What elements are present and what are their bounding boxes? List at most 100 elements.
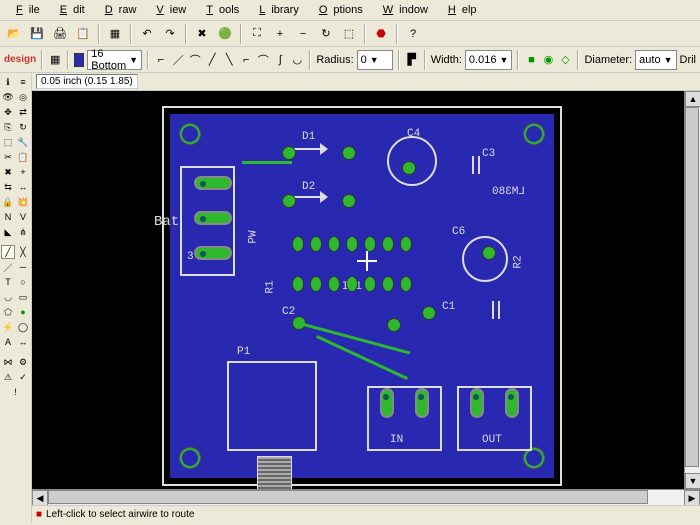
menu-tools[interactable]: Tools: [194, 2, 245, 18]
script-icon[interactable]: 📋: [73, 24, 93, 44]
signal-tool-icon[interactable]: ⚡: [1, 320, 15, 334]
print-icon[interactable]: 🖨: [50, 24, 70, 44]
change-tool-icon[interactable]: 🔧: [16, 135, 30, 149]
poly-tool-icon[interactable]: ⬠: [1, 305, 15, 319]
menu-window[interactable]: Window: [371, 2, 434, 18]
miter-tool-icon[interactable]: ◣: [1, 225, 15, 239]
zoom-in-icon[interactable]: +: [270, 24, 290, 44]
lock-tool-icon[interactable]: 🔒: [1, 195, 15, 209]
help-icon[interactable]: ?: [403, 24, 423, 44]
radius-select[interactable]: 0 ▼: [357, 50, 393, 70]
mirror-tool-icon[interactable]: ⇄: [16, 105, 30, 119]
replace-tool-icon[interactable]: ↔: [16, 180, 30, 194]
bend-2-icon[interactable]: ⌒: [188, 50, 202, 70]
bend-0-icon[interactable]: ⌐: [154, 50, 168, 70]
via-round-icon[interactable]: ■: [524, 50, 538, 70]
bend-8-icon[interactable]: ◡: [290, 50, 304, 70]
show-tool-icon[interactable]: ◎: [16, 90, 30, 104]
menu-draw[interactable]: Draw: [93, 2, 143, 18]
paste-tool-icon[interactable]: 📋: [16, 150, 30, 164]
layers-tool-icon[interactable]: ≡: [16, 75, 30, 89]
width-select[interactable]: 0.016 ▼: [465, 50, 512, 70]
value-tool-icon[interactable]: V: [16, 210, 30, 224]
bend-7-icon[interactable]: ∫: [273, 50, 287, 70]
scroll-thumb[interactable]: [685, 107, 699, 467]
zoom-fit-icon[interactable]: ⛶: [247, 24, 267, 44]
board-icon[interactable]: ▦: [105, 24, 125, 44]
terminal-out: [457, 386, 532, 451]
copy-tool-icon[interactable]: ⎘: [1, 120, 15, 134]
bend-6-icon[interactable]: ⌒: [256, 50, 270, 70]
via-pad: [482, 246, 496, 260]
scrollbar-vertical[interactable]: ▲ ▼: [684, 91, 700, 489]
undo-icon[interactable]: ↶: [137, 24, 157, 44]
route-tool-icon[interactable]: ╱: [1, 245, 15, 259]
miter-icon[interactable]: ▛: [405, 50, 419, 70]
rect-tool-icon[interactable]: ▭: [16, 290, 30, 304]
via-tool-icon[interactable]: ●: [16, 305, 30, 319]
layer-swatch[interactable]: [74, 53, 84, 67]
via-oct-icon[interactable]: ◇: [558, 50, 572, 70]
menu-help[interactable]: Help: [436, 2, 483, 18]
add-tool-icon[interactable]: +: [16, 165, 30, 179]
diameter-select[interactable]: auto ▼: [635, 50, 676, 70]
bend-3-icon[interactable]: ╱: [205, 50, 219, 70]
scrollbar-horizontal[interactable]: ◀ ▶: [32, 489, 700, 505]
split-tool-icon[interactable]: ⋔: [16, 225, 30, 239]
open-icon[interactable]: 📂: [4, 24, 24, 44]
erc-tool-icon[interactable]: ⚠: [1, 370, 15, 384]
separator: [517, 50, 519, 70]
cut-tool-icon[interactable]: ✂: [1, 150, 15, 164]
dim-tool-icon[interactable]: ↔: [16, 335, 30, 349]
circle-tool-icon[interactable]: ○: [16, 275, 30, 289]
ripup-tool-icon[interactable]: ╳: [16, 245, 30, 259]
ratsnest-tool-icon[interactable]: ⋈: [1, 355, 15, 369]
scroll-left-icon[interactable]: ◀: [32, 490, 48, 506]
ic-pad: [364, 276, 376, 292]
move-tool-icon[interactable]: ✥: [1, 105, 15, 119]
group-tool-icon[interactable]: ⬚: [1, 135, 15, 149]
menu-view[interactable]: View: [144, 2, 192, 18]
drc-tool-icon[interactable]: ✓: [16, 370, 30, 384]
save-icon[interactable]: 💾: [27, 24, 47, 44]
delete-tool-icon[interactable]: ✖: [1, 165, 15, 179]
attr-tool-icon[interactable]: A: [1, 335, 15, 349]
arc-tool-icon[interactable]: ◡: [1, 290, 15, 304]
menu-library[interactable]: Library: [247, 2, 305, 18]
stop-icon[interactable]: ⬣: [371, 24, 391, 44]
bend-1-icon[interactable]: ／: [171, 50, 185, 70]
info-tool-icon[interactable]: ℹ: [1, 75, 15, 89]
bend-4-icon[interactable]: ╲: [222, 50, 236, 70]
menu-edit[interactable]: Edit: [48, 2, 91, 18]
trace: [242, 161, 292, 164]
scroll-right-icon[interactable]: ▶: [684, 490, 700, 506]
menu-file[interactable]: File: [4, 2, 46, 18]
scroll-up-icon[interactable]: ▲: [685, 91, 700, 107]
line-tool-icon[interactable]: ─: [16, 260, 30, 274]
smash-tool-icon[interactable]: 💥: [16, 195, 30, 209]
cancel-icon[interactable]: ✖: [192, 24, 212, 44]
zoom-select-icon[interactable]: ⬚: [339, 24, 359, 44]
text-tool-icon[interactable]: T: [1, 275, 15, 289]
eye-tool-icon[interactable]: 👁: [1, 90, 15, 104]
bend-5-icon[interactable]: ⌐: [239, 50, 253, 70]
pinswap-tool-icon[interactable]: ⇆: [1, 180, 15, 194]
rotate-tool-icon[interactable]: ↻: [16, 120, 30, 134]
zoom-redraw-icon[interactable]: ↻: [316, 24, 336, 44]
errors-tool-icon[interactable]: !: [9, 385, 23, 399]
scroll-down-icon[interactable]: ▼: [685, 473, 700, 489]
design-link-icon[interactable]: design: [4, 54, 36, 65]
layer-select[interactable]: 16 Bottom ▼: [87, 50, 142, 70]
redo-icon[interactable]: ↷: [160, 24, 180, 44]
grid-icon[interactable]: ▦: [48, 50, 62, 70]
name-tool-icon[interactable]: N: [1, 210, 15, 224]
menu-options[interactable]: Options: [307, 2, 369, 18]
wire-tool-icon[interactable]: ／: [1, 260, 15, 274]
hole-tool-icon[interactable]: ◯: [16, 320, 30, 334]
pcb-canvas[interactable]: D1 D2 C4 C3 C6 C1 C2 R1 R2 IC1 P1 PW Bat…: [32, 91, 684, 489]
via-square-icon[interactable]: ◉: [541, 50, 555, 70]
go-icon[interactable]: 🟢: [215, 24, 235, 44]
scroll-thumb[interactable]: [48, 490, 648, 504]
auto-tool-icon[interactable]: ⚙: [16, 355, 30, 369]
zoom-out-icon[interactable]: −: [293, 24, 313, 44]
